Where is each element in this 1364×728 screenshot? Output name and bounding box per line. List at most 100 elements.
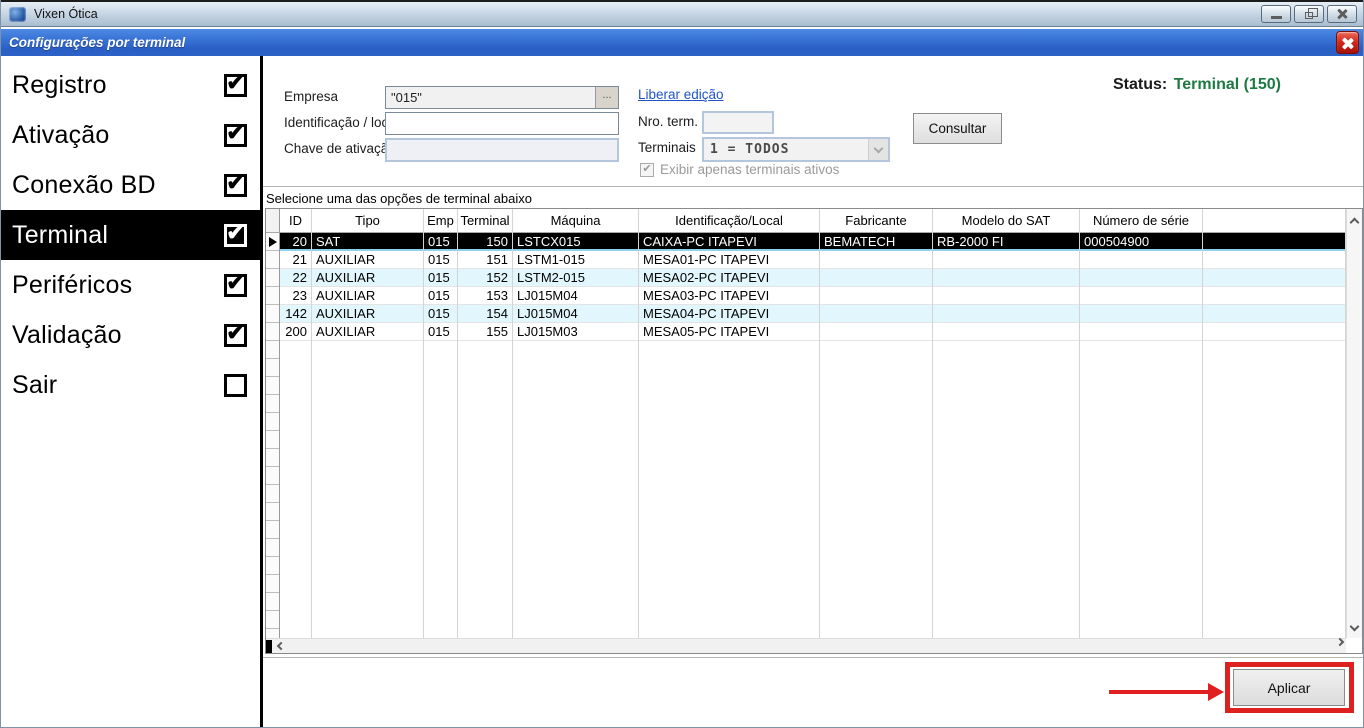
- grid-cell[interactable]: 200: [280, 323, 311, 341]
- terminais-dropdown[interactable]: 1 = TODOS: [702, 137, 890, 162]
- checked-checkbox-icon[interactable]: [224, 274, 247, 297]
- grid-column-header[interactable]: Emp: [424, 209, 457, 233]
- sidebar-item-perifericos[interactable]: Periféricos: [1, 260, 260, 310]
- grid-cell[interactable]: 015: [424, 305, 457, 323]
- grid-cell[interactable]: [1203, 251, 1345, 269]
- grid-cell[interactable]: 151: [458, 251, 512, 269]
- checked-checkbox-icon[interactable]: [224, 324, 247, 347]
- grid-cell[interactable]: MESA01-PC ITAPEVI: [639, 251, 819, 269]
- checked-checkbox-icon[interactable]: [224, 124, 247, 147]
- grid-cell[interactable]: 20: [280, 233, 311, 251]
- checked-checkbox-icon[interactable]: [224, 224, 247, 247]
- grid-column-header[interactable]: ID: [280, 209, 311, 233]
- grid-cell[interactable]: [1203, 323, 1345, 341]
- restore-button[interactable]: [1294, 5, 1324, 23]
- grid-cell[interactable]: [820, 251, 932, 269]
- grid-cell[interactable]: [1203, 305, 1345, 323]
- grid-cell[interactable]: [1080, 287, 1202, 305]
- grid-column-header[interactable]: Modelo do SAT: [933, 209, 1079, 233]
- grid-cell[interactable]: [933, 305, 1079, 323]
- grid-cell[interactable]: LSTM1-015: [513, 251, 638, 269]
- grid-cell[interactable]: [933, 251, 1079, 269]
- grid-cell[interactable]: SAT: [312, 233, 423, 251]
- grid-cell[interactable]: [1203, 233, 1345, 251]
- browse-button[interactable]: ...: [595, 87, 618, 108]
- grid-cell[interactable]: 015: [424, 269, 457, 287]
- sidebar-item-ativacao[interactable]: Ativação: [1, 110, 260, 160]
- grid-cell[interactable]: [1080, 251, 1202, 269]
- scroll-down-icon[interactable]: [1350, 622, 1360, 632]
- grid-cell[interactable]: [1080, 323, 1202, 341]
- minimize-button[interactable]: [1261, 5, 1291, 23]
- grid-column-header[interactable]: Número de série: [1080, 209, 1202, 233]
- dropdown-arrow-button[interactable]: [868, 139, 888, 160]
- grid-cell[interactable]: LSTM2-015: [513, 269, 638, 287]
- grid-cell[interactable]: 155: [458, 323, 512, 341]
- scroll-left-icon[interactable]: [277, 642, 285, 650]
- grid-cell[interactable]: 150: [458, 233, 512, 251]
- unchecked-checkbox-icon[interactable]: [224, 374, 247, 397]
- vertical-scrollbar[interactable]: [1346, 209, 1362, 638]
- exibir-checkbox-row[interactable]: Exibir apenas terminais ativos: [640, 162, 839, 177]
- grid-cell[interactable]: AUXILIAR: [312, 323, 423, 341]
- grid-column-header[interactable]: Máquina: [513, 209, 638, 233]
- sidebar-item-sair[interactable]: Sair: [1, 360, 260, 410]
- grid-cell[interactable]: BEMATECH: [820, 233, 932, 251]
- grid-cell[interactable]: LSTCX015: [513, 233, 638, 251]
- grid-cell[interactable]: CAIXA-PC ITAPEVI: [639, 233, 819, 251]
- grid-cell[interactable]: AUXILIAR: [312, 305, 423, 323]
- aplicar-button[interactable]: Aplicar: [1233, 669, 1345, 706]
- grid-cell[interactable]: [820, 323, 932, 341]
- sidebar-item-terminal[interactable]: Terminal: [1, 210, 260, 260]
- grid-cell[interactable]: 153: [458, 287, 512, 305]
- sidebar-item-conexao-bd[interactable]: Conexão BD: [1, 160, 260, 210]
- grid-cell[interactable]: 23: [280, 287, 311, 305]
- scrollbar-thumb[interactable]: [266, 640, 272, 653]
- grid-cell[interactable]: LJ015M04: [513, 305, 638, 323]
- grid-cell[interactable]: MESA03-PC ITAPEVI: [639, 287, 819, 305]
- grid-cell[interactable]: 015: [424, 233, 457, 251]
- liberar-edicao-link[interactable]: Liberar edição: [638, 87, 724, 102]
- grid-cell[interactable]: 142: [280, 305, 311, 323]
- grid-cell[interactable]: LJ015M04: [513, 287, 638, 305]
- consultar-button[interactable]: Consultar: [913, 113, 1002, 144]
- grid-cell[interactable]: 22: [280, 269, 311, 287]
- grid-cell[interactable]: [820, 305, 932, 323]
- grid-cell[interactable]: [820, 287, 932, 305]
- grid-column-header[interactable]: Fabricante: [820, 209, 932, 233]
- horizontal-scrollbar[interactable]: [266, 638, 1346, 653]
- grid-column-header[interactable]: Terminal: [458, 209, 512, 233]
- grid-cell[interactable]: [1080, 269, 1202, 287]
- grid-column-header[interactable]: Tipo: [312, 209, 423, 233]
- grid-cell[interactable]: AUXILIAR: [312, 269, 423, 287]
- grid-cell[interactable]: [933, 323, 1079, 341]
- grid-cell[interactable]: 000504900: [1080, 233, 1202, 251]
- grid-cell[interactable]: AUXILIAR: [312, 287, 423, 305]
- grid-cell[interactable]: RB-2000 FI: [933, 233, 1079, 251]
- sidebar-item-validacao[interactable]: Validação: [1, 310, 260, 360]
- dialog-close-button[interactable]: [1336, 31, 1359, 54]
- grid-cell[interactable]: LJ015M03: [513, 323, 638, 341]
- grid-cell[interactable]: 015: [424, 251, 457, 269]
- grid-cell[interactable]: 015: [424, 323, 457, 341]
- grid-cell[interactable]: [933, 269, 1079, 287]
- grid-cell[interactable]: MESA02-PC ITAPEVI: [639, 269, 819, 287]
- grid-cell[interactable]: MESA05-PC ITAPEVI: [639, 323, 819, 341]
- grid-column-header[interactable]: [1203, 209, 1345, 233]
- grid-column-header[interactable]: Identificação/Local: [639, 209, 819, 233]
- scroll-up-icon[interactable]: [1350, 218, 1360, 228]
- grid-cell[interactable]: 21: [280, 251, 311, 269]
- checked-checkbox-icon[interactable]: [224, 74, 247, 97]
- grid-cell[interactable]: [933, 287, 1079, 305]
- grid-cell[interactable]: 152: [458, 269, 512, 287]
- grid-cell[interactable]: [1203, 287, 1345, 305]
- sidebar-item-registro[interactable]: Registro: [1, 60, 260, 110]
- empresa-input[interactable]: "015" ...: [385, 86, 619, 109]
- grid-cell[interactable]: 154: [458, 305, 512, 323]
- close-window-button[interactable]: [1327, 5, 1357, 23]
- grid-cell[interactable]: 015: [424, 287, 457, 305]
- exibir-checkbox[interactable]: [640, 163, 654, 177]
- grid-cell[interactable]: [820, 269, 932, 287]
- checked-checkbox-icon[interactable]: [224, 174, 247, 197]
- grid-cell[interactable]: [1080, 305, 1202, 323]
